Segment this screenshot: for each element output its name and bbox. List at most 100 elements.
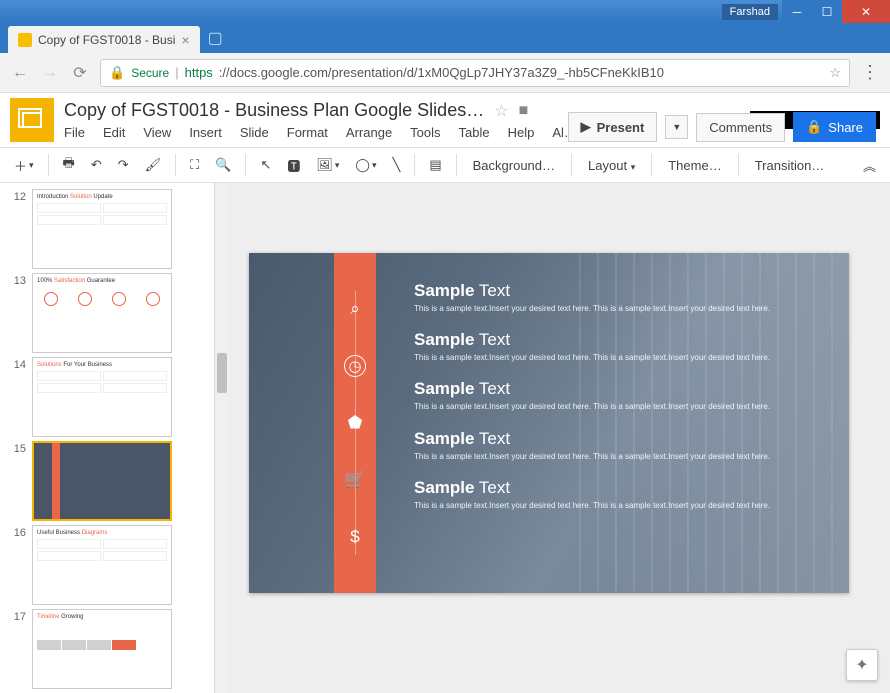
browser-toolbar: ← → ⟳ 🔒 Secure | https://docs.google.com… xyxy=(0,53,890,93)
cart-icon: 🛒 xyxy=(344,469,366,491)
thumb-number: 15 xyxy=(6,441,26,521)
slide-canvas-area[interactable]: ⌕ ◷ ⬟ 🛒 $ Sample Text This is a sample t… xyxy=(229,183,890,693)
window-user-badge[interactable]: Farshad xyxy=(722,4,778,20)
scrollbar-thumb[interactable] xyxy=(217,353,227,393)
tab-close-icon[interactable]: × xyxy=(181,32,189,48)
dollar-icon: $ xyxy=(344,526,366,548)
menu-insert[interactable]: Insert xyxy=(189,125,222,140)
comment-insert-button[interactable]: ▤ xyxy=(423,153,447,177)
menu-table[interactable]: Table xyxy=(459,125,490,140)
browser-menu-button[interactable]: ⋮ xyxy=(860,62,880,83)
clock-icon: ◷ xyxy=(344,355,366,377)
secure-label: Secure xyxy=(131,66,169,80)
back-button[interactable]: ← xyxy=(10,64,30,82)
slide-canvas[interactable]: ⌕ ◷ ⬟ 🛒 $ Sample Text This is a sample t… xyxy=(249,253,849,593)
slide-icon-strip: ⌕ ◷ ⬟ 🛒 $ xyxy=(334,253,376,593)
browser-tab[interactable]: Copy of FGST0018 - Busi × xyxy=(8,26,200,53)
menu-arrange[interactable]: Arrange xyxy=(346,125,392,140)
url-path: ://docs.google.com/presentation/d/1xM0Qg… xyxy=(219,65,824,80)
select-tool-button[interactable]: ↖ xyxy=(254,153,277,177)
thumb-number: 17 xyxy=(6,609,26,689)
new-tab-button[interactable]: ▢ xyxy=(200,28,231,48)
forward-button[interactable]: → xyxy=(40,64,60,82)
present-dropdown-button[interactable]: ▼ xyxy=(665,115,688,139)
transition-button[interactable]: Transition… xyxy=(747,154,833,177)
reload-button[interactable]: ⟳ xyxy=(70,63,90,83)
slide-text-content[interactable]: Sample Text This is a sample text.Insert… xyxy=(414,281,809,527)
zoom-fit-button[interactable]: ⛶ xyxy=(184,153,205,177)
window-titlebar: Farshad ─ ☐ ✕ xyxy=(0,0,890,23)
lock-icon: 🔒 xyxy=(109,65,125,81)
print-button[interactable]: 🖶 xyxy=(57,150,81,180)
slide-thumbnail-panel[interactable]: 12 Introduction Solution Update 13 100% … xyxy=(0,183,215,693)
comments-button[interactable]: Comments xyxy=(696,113,785,142)
shape-button[interactable]: ◯▾ xyxy=(349,153,382,177)
slide-body-text: This is a sample text.Insert your desire… xyxy=(414,401,809,412)
new-slide-button[interactable]: ＋▾ xyxy=(8,152,40,179)
textbox-button[interactable]: 🆃 xyxy=(281,152,306,179)
shield-icon: ⬟ xyxy=(344,412,366,434)
slide-heading: Sample Text xyxy=(414,379,809,399)
slide-thumbnail-15[interactable] xyxy=(32,441,172,521)
document-title[interactable]: Copy of FGST0018 - Business Plan Google … xyxy=(64,100,484,121)
layout-button[interactable]: Layout ▾ xyxy=(580,154,643,177)
explore-button[interactable]: ✦ xyxy=(846,649,878,681)
menu-tools[interactable]: Tools xyxy=(410,125,440,140)
thumb-number: 14 xyxy=(6,357,26,437)
move-folder-icon[interactable]: ■ xyxy=(519,102,529,120)
play-icon: ▶ xyxy=(581,119,591,135)
slide-thumbnail-17[interactable]: Timeline Growing xyxy=(32,609,172,689)
slide-body-text: This is a sample text.Insert your desire… xyxy=(414,352,809,363)
thumbnail-scrollbar[interactable] xyxy=(215,183,229,693)
slide-body-text: This is a sample text.Insert your desire… xyxy=(414,451,809,462)
line-button[interactable]: ╲ xyxy=(387,153,407,177)
main-area: 12 Introduction Solution Update 13 100% … xyxy=(0,183,890,693)
window-close-button[interactable]: ✕ xyxy=(842,0,890,23)
menu-edit[interactable]: Edit xyxy=(103,125,125,140)
tab-title: Copy of FGST0018 - Busi xyxy=(38,33,175,47)
slide-body-text: This is a sample text.Insert your desire… xyxy=(414,500,809,511)
url-protocol: https xyxy=(185,65,213,80)
slide-thumbnail-14[interactable]: Solutions For Your Business xyxy=(32,357,172,437)
bookmark-star-icon[interactable]: ☆ xyxy=(829,65,841,81)
slide-thumbnail-12[interactable]: Introduction Solution Update xyxy=(32,189,172,269)
slide-heading: Sample Text xyxy=(414,281,809,301)
toolbar: ＋▾ 🖶 ↶ ↷ 🖌 ⛶ 🔍 ↖ 🆃 🖼▾ ◯▾ ╲ ▤ Background…… xyxy=(0,147,890,183)
share-button[interactable]: 🔒Share xyxy=(793,112,876,142)
slide-heading: Sample Text xyxy=(414,429,809,449)
explore-icon: ✦ xyxy=(855,655,868,675)
lock-icon: 🔒 xyxy=(806,119,822,135)
paint-format-button[interactable]: 🖌 xyxy=(139,153,168,177)
undo-button[interactable]: ↶ xyxy=(85,153,108,177)
slide-heading: Sample Text xyxy=(414,478,809,498)
browser-tab-strip: Copy of FGST0018 - Busi × ▢ xyxy=(0,23,890,53)
slide-thumbnail-13[interactable]: 100% Satisfaction Guarantee xyxy=(32,273,172,353)
window-maximize-button[interactable]: ☐ xyxy=(812,0,842,23)
present-button[interactable]: ▶Present xyxy=(568,112,658,142)
chevron-down-icon: ▼ xyxy=(672,122,681,132)
address-bar[interactable]: 🔒 Secure | https://docs.google.com/prese… xyxy=(100,59,850,87)
thumb-number: 13 xyxy=(6,273,26,353)
slide-thumbnail-16[interactable]: Useful Business Diagrams xyxy=(32,525,172,605)
redo-button[interactable]: ↷ xyxy=(112,153,135,177)
thumb-number: 16 xyxy=(6,525,26,605)
image-button[interactable]: 🖼▾ xyxy=(310,153,345,177)
collapse-toolbar-button[interactable]: ︽ xyxy=(857,152,882,179)
menu-help[interactable]: Help xyxy=(508,125,535,140)
menu-format[interactable]: Format xyxy=(287,125,328,140)
star-document-icon[interactable]: ☆ xyxy=(494,101,508,121)
slides-favicon-icon xyxy=(18,33,32,47)
slides-logo-icon[interactable] xyxy=(10,98,54,142)
zoom-button[interactable]: 🔍 xyxy=(209,153,237,177)
app-header: Copy of FGST0018 - Business Plan Google … xyxy=(0,93,890,147)
theme-button[interactable]: Theme… xyxy=(660,154,729,177)
slide-body-text: This is a sample text.Insert your desire… xyxy=(414,303,809,314)
slide-heading: Sample Text xyxy=(414,330,809,350)
menu-file[interactable]: File xyxy=(64,125,85,140)
window-minimize-button[interactable]: ─ xyxy=(782,0,812,23)
background-button[interactable]: Background… xyxy=(465,154,563,177)
menu-view[interactable]: View xyxy=(143,125,171,140)
thumb-number: 12 xyxy=(6,189,26,269)
search-icon: ⌕ xyxy=(344,298,366,320)
menu-slide[interactable]: Slide xyxy=(240,125,269,140)
